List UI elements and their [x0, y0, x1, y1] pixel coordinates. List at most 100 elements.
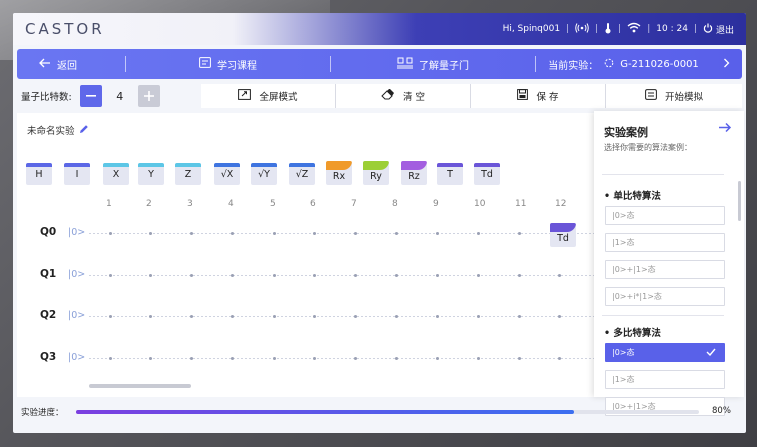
gate-slot[interactable] — [436, 274, 439, 277]
gate-slot[interactable] — [477, 274, 480, 277]
logout-button[interactable]: 退出 — [703, 23, 734, 36]
case-option-label: |0>+|1>态 — [612, 265, 656, 274]
gate-slot[interactable] — [313, 232, 316, 235]
fullscreen-button[interactable]: 全屏模式 — [201, 84, 336, 108]
experiment-cases-panel: 实验案例 选择你需要的算法案例： • 单比特算法 |0>态 |1>态 |0>+|1>… — [594, 111, 744, 416]
gate-slot[interactable] — [231, 232, 234, 235]
gate-rx[interactable]: Rx — [326, 161, 352, 185]
gate-ry[interactable]: Ry — [363, 161, 389, 185]
case-option-label: |1>态 — [612, 375, 635, 384]
arrow-left-icon — [39, 58, 51, 71]
gate-sqrt-z[interactable]: √Z — [289, 163, 315, 185]
gate-slot[interactable] — [354, 315, 357, 318]
column-number: 5 — [270, 199, 276, 209]
gate-slot[interactable] — [477, 232, 480, 235]
case-option[interactable]: |1>态 — [605, 370, 725, 389]
gate-slot[interactable] — [354, 232, 357, 235]
gate-label: Rx — [332, 170, 346, 182]
back-button[interactable]: 返回 — [17, 49, 125, 79]
gate-slot[interactable] — [395, 274, 398, 277]
gate-i[interactable]: I — [64, 163, 90, 185]
gate-slot[interactable] — [109, 357, 112, 360]
start-simulation-button[interactable]: 开始模拟 — [606, 84, 742, 108]
course-label: 学习课程 — [217, 60, 257, 72]
gate-slot[interactable] — [313, 274, 316, 277]
edit-pencil-icon[interactable] — [79, 124, 89, 137]
gate-slot[interactable] — [518, 232, 521, 235]
gate-slot[interactable] — [395, 315, 398, 318]
progress-percent: 80% — [712, 406, 731, 416]
panel-scrollbar[interactable] — [738, 181, 741, 221]
gate-slot[interactable] — [558, 274, 561, 277]
case-option[interactable]: |0>+|1>态 — [605, 260, 725, 279]
single-qubit-section-title: • 单比特算法 — [604, 191, 661, 202]
gate-sqrt-x[interactable]: √X — [214, 163, 240, 185]
gate-slot[interactable] — [313, 315, 316, 318]
case-option[interactable]: |0>态 — [605, 343, 725, 362]
gate-slot[interactable] — [190, 357, 193, 360]
nav-course-button[interactable]: 学习课程 — [125, 56, 330, 72]
case-option[interactable]: |0>+i*|1>态 — [605, 287, 725, 306]
gate-slot[interactable] — [436, 315, 439, 318]
gate-rz[interactable]: Rz — [401, 161, 427, 185]
qubit-count-value: 4 — [116, 89, 124, 103]
gate-slot[interactable] — [149, 232, 152, 235]
gate-slot[interactable] — [190, 315, 193, 318]
divider: | — [618, 24, 622, 34]
gate-slot[interactable] — [231, 357, 234, 360]
gate-slot[interactable] — [190, 274, 193, 277]
clear-button[interactable]: 清 空 — [336, 84, 471, 108]
gate-slot[interactable] — [273, 274, 276, 277]
gate-slot[interactable] — [109, 232, 112, 235]
gate-slot[interactable] — [231, 315, 234, 318]
gate-slot[interactable] — [313, 357, 316, 360]
gate-slot[interactable] — [518, 315, 521, 318]
gate-slot[interactable] — [273, 315, 276, 318]
gate-td[interactable]: Td — [474, 163, 500, 185]
gate-slot[interactable] — [395, 232, 398, 235]
gate-slot[interactable] — [109, 274, 112, 277]
arrow-right-icon[interactable] — [718, 121, 732, 137]
gate-slot[interactable] — [273, 357, 276, 360]
horizontal-scrollbar[interactable] — [89, 384, 191, 388]
circuit-canvas[interactable]: 未命名实验 H I X Y Z √X √Y √Z Rx Ry Rz T Td 1 2 3 4 5 6 7 8 9 10 11… — [17, 113, 599, 397]
case-option[interactable]: |0>态 — [605, 206, 725, 225]
nav-quantum-gate-button[interactable]: 了解量子门 — [330, 56, 535, 72]
decrease-qubits-button[interactable] — [79, 85, 102, 107]
gate-slot[interactable] — [273, 232, 276, 235]
gate-slot[interactable] — [190, 232, 193, 235]
gate-slot[interactable] — [477, 357, 480, 360]
gate-slot[interactable] — [354, 274, 357, 277]
gate-slot[interactable] — [395, 357, 398, 360]
placed-gate-label: Td — [557, 232, 569, 244]
column-number: 4 — [228, 199, 234, 209]
gate-slot[interactable] — [558, 357, 561, 360]
current-experiment-id: G-211026-0001 — [620, 58, 699, 70]
gate-h[interactable]: H — [26, 163, 52, 185]
gate-sqrt-y[interactable]: √Y — [251, 163, 277, 185]
gate-slot[interactable] — [436, 232, 439, 235]
gate-t[interactable]: T — [437, 163, 463, 185]
check-icon — [706, 348, 716, 358]
gate-slot[interactable] — [558, 315, 561, 318]
gate-label: Td — [481, 168, 493, 180]
gate-slot[interactable] — [436, 357, 439, 360]
current-experiment[interactable]: 当前实验： G-211026-0001 — [535, 56, 742, 72]
placed-td-gate[interactable]: Td — [550, 223, 576, 247]
gate-slot[interactable] — [354, 357, 357, 360]
gate-slot[interactable] — [231, 274, 234, 277]
increase-qubits-button[interactable] — [137, 85, 160, 107]
save-button[interactable]: 保 存 — [471, 84, 606, 108]
gate-slot[interactable] — [149, 357, 152, 360]
gate-slot[interactable] — [109, 315, 112, 318]
gate-slot[interactable] — [149, 274, 152, 277]
gate-slot[interactable] — [149, 315, 152, 318]
gate-slot[interactable] — [518, 274, 521, 277]
gate-z[interactable]: Z — [175, 163, 201, 185]
gate-x[interactable]: X — [103, 163, 129, 185]
case-option[interactable]: |1>态 — [605, 233, 725, 252]
gate-slot[interactable] — [518, 357, 521, 360]
gate-slot[interactable] — [477, 315, 480, 318]
gate-y[interactable]: Y — [138, 163, 164, 185]
case-option-label: |0>态 — [612, 348, 635, 357]
